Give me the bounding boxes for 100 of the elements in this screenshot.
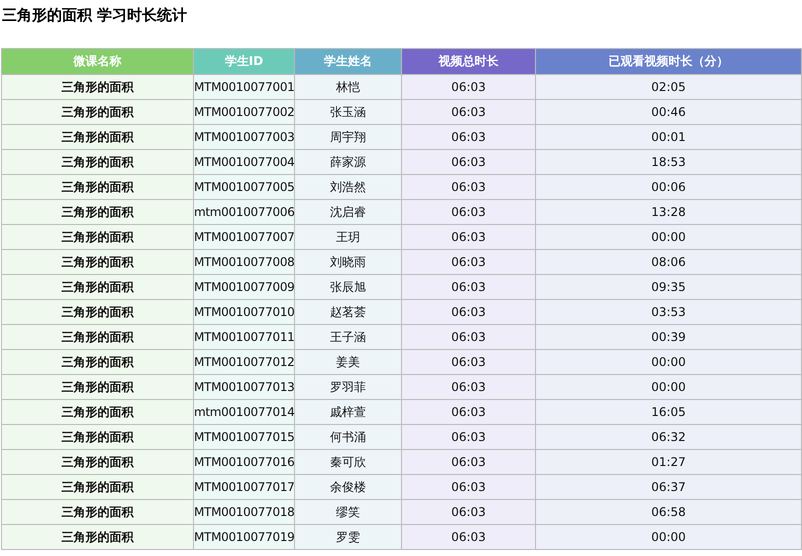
table-cell: 01:27	[536, 450, 802, 474]
table-cell: MTM0010077017	[194, 474, 294, 500]
table-cell: 秦可欣	[294, 450, 402, 474]
table-cell: 三角形的面积	[2, 274, 194, 300]
table-cell: 09:35	[536, 274, 802, 300]
table-cell: 王子涵	[294, 324, 402, 350]
table-cell: 00:01	[536, 124, 802, 150]
table-cell: 06:58	[536, 500, 802, 524]
table-cell: 沈启睿	[294, 200, 402, 224]
table-cell: 13:28	[536, 200, 802, 224]
table-cell: MTM0010077016	[194, 450, 294, 474]
table-cell: 张玉涵	[294, 100, 402, 124]
table-cell: 06:03	[402, 500, 536, 524]
table-cell: MTM0010077003	[194, 124, 294, 150]
table-cell: 林恺	[294, 74, 402, 100]
table-cell: 刘晓雨	[294, 250, 402, 274]
table-cell: 06:03	[402, 374, 536, 400]
table-cell: 06:03	[402, 250, 536, 274]
table-cell: MTM0010077004	[194, 150, 294, 174]
table-cell: 08:06	[536, 250, 802, 274]
table-cell: 三角形的面积	[2, 424, 194, 450]
table-cell: MTM0010077011	[194, 324, 294, 350]
table-cell: 三角形的面积	[2, 400, 194, 424]
table-cell: 三角形的面积	[2, 224, 194, 250]
table-cell: 三角形的面积	[2, 100, 194, 124]
table-cell: MTM0010077005	[194, 174, 294, 200]
table-cell: 06:03	[402, 400, 536, 424]
table-cell: 06:03	[402, 300, 536, 324]
table-cell: 三角形的面积	[2, 474, 194, 500]
table-cell: 三角形的面积	[2, 74, 194, 100]
table-cell: MTM0010077013	[194, 374, 294, 400]
table-cell: 02:05	[536, 74, 802, 100]
page-title: 三角形的面积 学习时长统计	[1, 5, 188, 26]
table-cell: 周宇翔	[294, 124, 402, 150]
table-cell: MTM0010077007	[194, 224, 294, 250]
table-cell: 三角形的面积	[2, 300, 194, 324]
table-cell: 06:03	[402, 124, 536, 150]
table-cell: MTM0010077019	[194, 524, 294, 550]
table-cell: mtm0010077006	[194, 200, 294, 224]
table-cell: 06:03	[402, 200, 536, 224]
table-cell: 06:03	[402, 524, 536, 550]
table-cell: 薛家源	[294, 150, 402, 174]
table-cell: 06:03	[402, 324, 536, 350]
table-cell: MTM0010077010	[194, 300, 294, 324]
table-cell: 00:00	[536, 374, 802, 400]
table-cell: 三角形的面积	[2, 500, 194, 524]
table-cell: MTM0010077002	[194, 100, 294, 124]
table-cell: 姜美	[294, 350, 402, 374]
table-cell: 三角形的面积	[2, 124, 194, 150]
table-cell: 06:03	[402, 174, 536, 200]
table-cell: 三角形的面积	[2, 174, 194, 200]
table-cell: 三角形的面积	[2, 350, 194, 374]
table-cell: 16:05	[536, 400, 802, 424]
table-cell: 张辰旭	[294, 274, 402, 300]
table-cell: 罗羽菲	[294, 374, 402, 400]
table-cell: 06:37	[536, 474, 802, 500]
table-cell: 06:03	[402, 350, 536, 374]
table-cell: 06:03	[402, 424, 536, 450]
column-header: 视频总时长	[402, 48, 536, 74]
table-cell: 三角形的面积	[2, 150, 194, 174]
table-cell: 罗雯	[294, 524, 402, 550]
table-cell: 00:06	[536, 174, 802, 200]
table-cell: 三角形的面积	[2, 324, 194, 350]
table-cell: MTM0010077009	[194, 274, 294, 300]
column-header: 已观看视频时长（分）	[536, 48, 802, 74]
table-cell: 00:46	[536, 100, 802, 124]
table-cell: 三角形的面积	[2, 374, 194, 400]
table-cell: MTM0010077018	[194, 500, 294, 524]
table-cell: 00:00	[536, 350, 802, 374]
table-cell: 06:32	[536, 424, 802, 450]
table-cell: 03:53	[536, 300, 802, 324]
table-cell: 00:00	[536, 524, 802, 550]
table-cell: 三角形的面积	[2, 250, 194, 274]
table-cell: 赵茗荟	[294, 300, 402, 324]
table-cell: 缪笑	[294, 500, 402, 524]
table-cell: 王玥	[294, 224, 402, 250]
table-cell: 06:03	[402, 474, 536, 500]
table-cell: 00:39	[536, 324, 802, 350]
table-cell: 18:53	[536, 150, 802, 174]
table-cell: 06:03	[402, 224, 536, 250]
table-cell: MTM0010077012	[194, 350, 294, 374]
table-cell: 00:00	[536, 224, 802, 250]
table-cell: 06:03	[402, 274, 536, 300]
table-cell: MTM0010077001	[194, 74, 294, 100]
table-cell: 三角形的面积	[2, 200, 194, 224]
column-header: 学生ID	[194, 48, 294, 74]
table-cell: 06:03	[402, 450, 536, 474]
table-cell: 06:03	[402, 74, 536, 100]
column-header: 微课名称	[2, 48, 194, 74]
table-cell: 何书涌	[294, 424, 402, 450]
table-cell: mtm0010077014	[194, 400, 294, 424]
table-cell: 刘浩然	[294, 174, 402, 200]
table-cell: 戚梓萱	[294, 400, 402, 424]
table-cell: MTM0010077015	[194, 424, 294, 450]
table-cell: 三角形的面积	[2, 450, 194, 474]
table-cell: MTM0010077008	[194, 250, 294, 274]
table-cell: 06:03	[402, 100, 536, 124]
column-header: 学生姓名	[294, 48, 402, 74]
table-cell: 06:03	[402, 150, 536, 174]
table-cell: 三角形的面积	[2, 524, 194, 550]
